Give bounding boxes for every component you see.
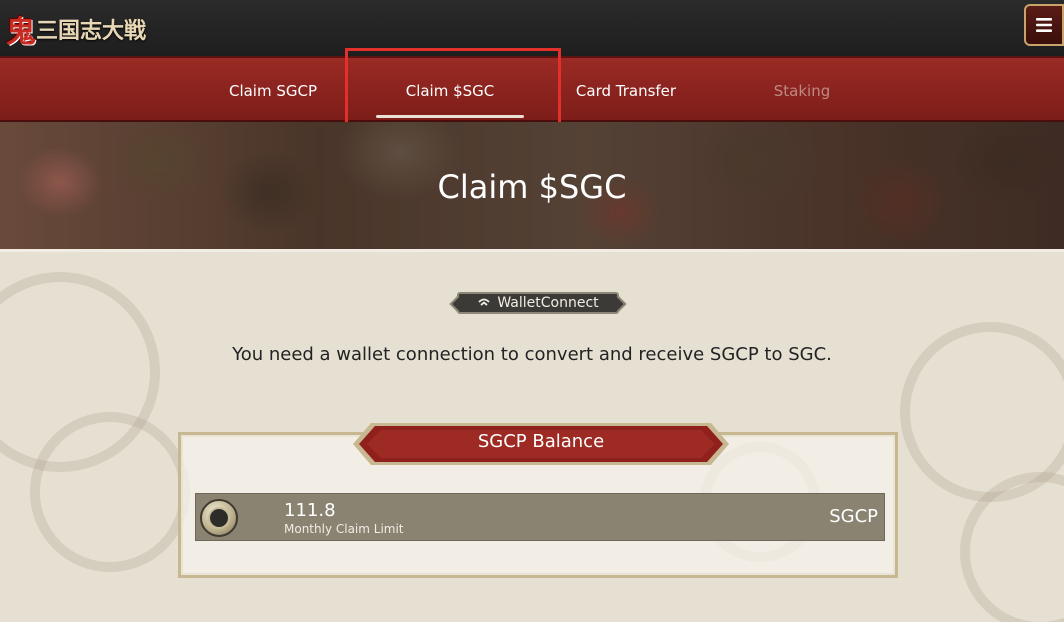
tab-staking[interactable]: Staking [752, 58, 852, 124]
menu-button[interactable] [1024, 4, 1064, 46]
page-title: Claim $SGC [437, 168, 627, 206]
game-logo[interactable]: 鬼 三国志大戦 [6, 4, 146, 54]
top-bar: 鬼 三国志大戦 [0, 0, 1064, 56]
nav-bar: Claim SGCP Claim $SGC Card Transfer Stak… [0, 56, 1064, 122]
coin-emblem [208, 507, 230, 529]
sgcp-coin-icon [200, 499, 238, 537]
balance-value: 111.8 [284, 500, 336, 521]
active-tab-underline [376, 115, 524, 118]
hero-divider [0, 249, 1064, 252]
logo-mark: 鬼 [6, 15, 36, 50]
tab-card-transfer[interactable]: Card Transfer [556, 58, 696, 124]
balance-unit: SGCP [829, 506, 878, 527]
balance-panel-header: SGCP Balance [351, 421, 731, 467]
tab-claim-sgcp[interactable]: Claim SGCP [198, 58, 348, 124]
tab-label: Staking [773, 82, 831, 100]
tab-label: Card Transfer [575, 82, 677, 100]
balance-sub-label: Monthly Claim Limit [284, 522, 404, 536]
tab-label: Claim SGCP [228, 82, 318, 100]
wallet-message: You need a wallet connection to convert … [232, 344, 832, 365]
balance-row: 111.8 Monthly Claim Limit SGCP [195, 493, 885, 541]
walletconnect-button[interactable]: WalletConnect [457, 292, 619, 314]
hero-banner: Claim $SGC [0, 122, 1064, 252]
decorative-swirl [30, 412, 190, 572]
main-content: WalletConnect You need a wallet connecti… [0, 252, 1064, 622]
balance-panel: SGCP Balance 111.8 Monthly Claim Limit S… [178, 423, 898, 578]
logo-text: 三国志大戦 [36, 18, 147, 44]
tab-label: Claim $SGC [405, 82, 495, 100]
tab-claim-sgc[interactable]: Claim $SGC [362, 58, 538, 124]
balance-title: SGCP Balance [477, 431, 605, 452]
walletconnect-label: WalletConnect [497, 295, 599, 311]
walletconnect-icon [478, 298, 490, 306]
hamburger-icon [1036, 18, 1052, 32]
